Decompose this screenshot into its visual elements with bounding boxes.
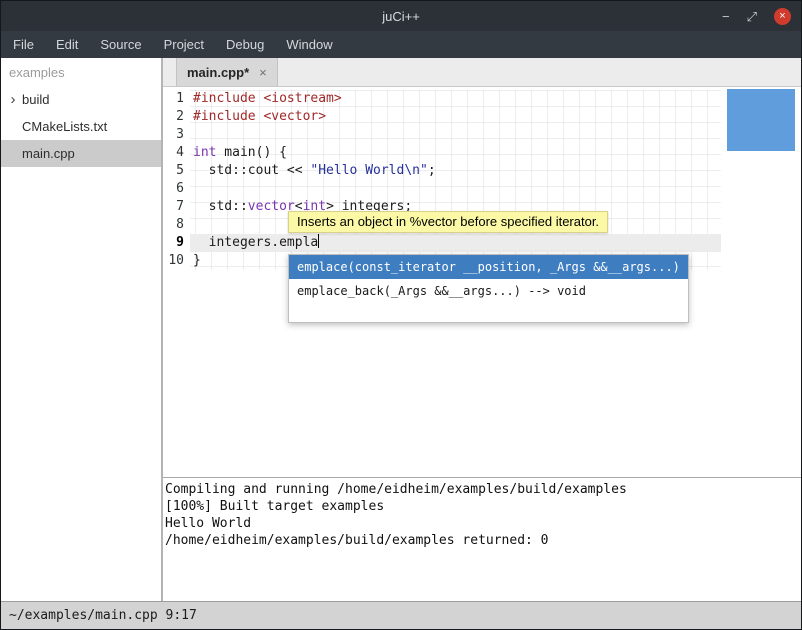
line-number: 6 [163,180,190,198]
terminal-line: Compiling and running /home/eidheim/exam… [165,481,799,498]
menu-item-edit[interactable]: Edit [45,31,89,58]
code-line-3[interactable]: 3 [163,126,721,144]
line-number: 8 [163,216,190,234]
file-tree-panel: examples ›build CMakeLists.txt main.cpp [1,58,163,601]
code-lines: 1#include <iostream>2#include <vector>34… [163,90,721,270]
line-text: #include <iostream> [190,90,721,108]
status-file-position: ~/examples/main.cpp 9:17 [9,608,197,623]
line-text: int main() { [190,144,721,162]
code-line-4[interactable]: 4int main() { [163,144,721,162]
sidebar-item-label: CMakeLists.txt [21,119,107,134]
sidebar-list: ›build CMakeLists.txt main.cpp [1,86,161,167]
tabbar: main.cpp* × [163,58,801,87]
project-name: examples [1,58,161,86]
menu-item-project[interactable]: Project [153,31,215,58]
line-number: 2 [163,108,190,126]
menubar: FileEditSourceProjectDebugWindow [1,31,801,58]
sidebar-item-build[interactable]: ›build [1,86,161,113]
doc-tooltip: Inserts an object in %vector before spec… [288,211,608,233]
menu-item-source[interactable]: Source [89,31,152,58]
close-icon[interactable]: × [774,8,791,25]
code-line-6[interactable]: 6 [163,180,721,198]
line-number: 1 [163,90,190,108]
tab-close-icon[interactable]: × [259,65,267,80]
line-text [190,126,721,144]
terminal-line: /home/eidheim/examples/build/examples re… [165,532,799,549]
chevron-right-icon[interactable]: › [1,91,21,108]
terminal-line: [100%] Built target examples [165,498,799,515]
line-number: 3 [163,126,190,144]
line-number: 7 [163,198,190,216]
line-number: 4 [163,144,190,162]
line-number: 10 [163,252,190,270]
autocomplete-popup: emplace(const_iterator __position, _Args… [288,254,689,323]
main-area: examples ›build CMakeLists.txt main.cpp ma… [1,58,801,601]
sidebar-item-main-cpp[interactable]: main.cpp [1,140,161,167]
sidebar-item-label: build [21,92,49,107]
build-output[interactable]: Compiling and running /home/eidheim/exam… [163,478,801,601]
minimize-icon[interactable]: − [722,10,730,23]
code-line-1[interactable]: 1#include <iostream> [163,90,721,108]
app-window: juCi++ − ⤢ × FileEditSourceProjectDebugW… [0,0,802,630]
autocomplete-item-1[interactable]: emplace_back(_Args &&__args...) --> void [289,279,688,303]
line-number: 9 [163,234,190,252]
code-line-5[interactable]: 5 std::cout << "Hello World\n"; [163,162,721,180]
sidebar-item-label: main.cpp [21,146,75,161]
menu-item-file[interactable]: File [2,31,45,58]
window-title: juCi++ [382,9,420,24]
window-controls: − ⤢ × [722,1,791,31]
menu-item-debug[interactable]: Debug [215,31,275,58]
titlebar[interactable]: juCi++ − ⤢ × [1,1,801,31]
text-cursor [318,234,319,248]
line-text [190,180,721,198]
code-line-2[interactable]: 2#include <vector> [163,108,721,126]
line-text: integers.empla [190,234,721,252]
scrollbar-thumb[interactable] [727,89,795,151]
line-text: #include <vector> [190,108,721,126]
code-editor[interactable]: 1#include <iostream>2#include <vector>34… [163,87,801,477]
code-line-9[interactable]: 9 integers.empla [163,234,721,252]
menu-item-window[interactable]: Window [275,31,343,58]
editor-scrollbar[interactable] [721,87,801,477]
sidebar-item-cmakelists-txt[interactable]: CMakeLists.txt [1,113,161,140]
terminal-line: Hello World [165,515,799,532]
tab-main-cpp[interactable]: main.cpp* × [176,58,278,86]
editor-pane: main.cpp* × 1#include <iostream>2#includ… [163,58,801,601]
line-text: std::cout << "Hello World\n"; [190,162,721,180]
autocomplete-item-0[interactable]: emplace(const_iterator __position, _Args… [289,255,688,279]
maximize-icon[interactable]: ⤢ [747,10,757,23]
tab-label: main.cpp* [187,65,249,80]
line-number: 5 [163,162,190,180]
statusbar: ~/examples/main.cpp 9:17 [1,601,801,629]
